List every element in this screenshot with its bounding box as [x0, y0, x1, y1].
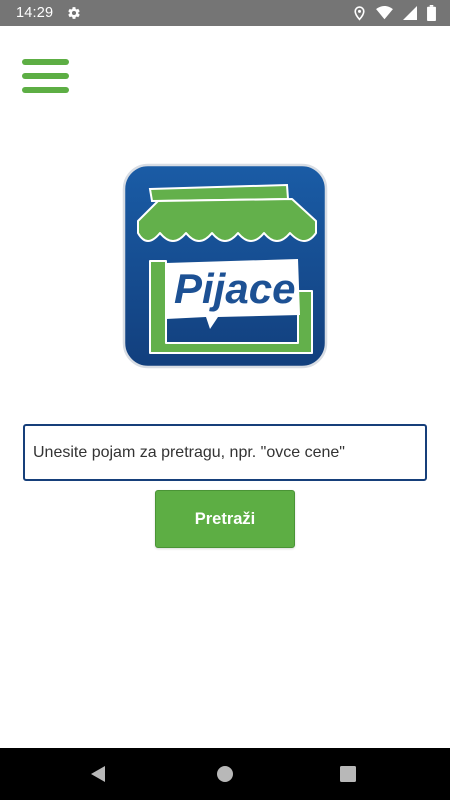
- back-icon[interactable]: [72, 748, 124, 800]
- wifi-icon: [376, 6, 393, 20]
- settings-icon: [67, 6, 81, 20]
- search-button[interactable]: Pretraži: [155, 490, 295, 548]
- home-icon[interactable]: [199, 748, 251, 800]
- menu-bar-bottom: [22, 87, 69, 93]
- menu-bar-top: [22, 59, 69, 65]
- location-icon: [353, 5, 366, 21]
- signal-icon: [403, 6, 417, 20]
- hamburger-menu-icon[interactable]: [22, 57, 70, 95]
- menu-bar-middle: [22, 73, 69, 79]
- recents-icon[interactable]: [322, 748, 374, 800]
- navigation-bar: [0, 748, 450, 800]
- status-bar: 14:29: [0, 0, 450, 26]
- pijace-logo: Pijace: [122, 163, 328, 369]
- status-icons: [353, 5, 436, 21]
- search-input[interactable]: [23, 424, 427, 481]
- logo-text: Pijace: [174, 265, 295, 312]
- status-time: 14:29: [16, 5, 54, 21]
- battery-icon: [427, 5, 436, 21]
